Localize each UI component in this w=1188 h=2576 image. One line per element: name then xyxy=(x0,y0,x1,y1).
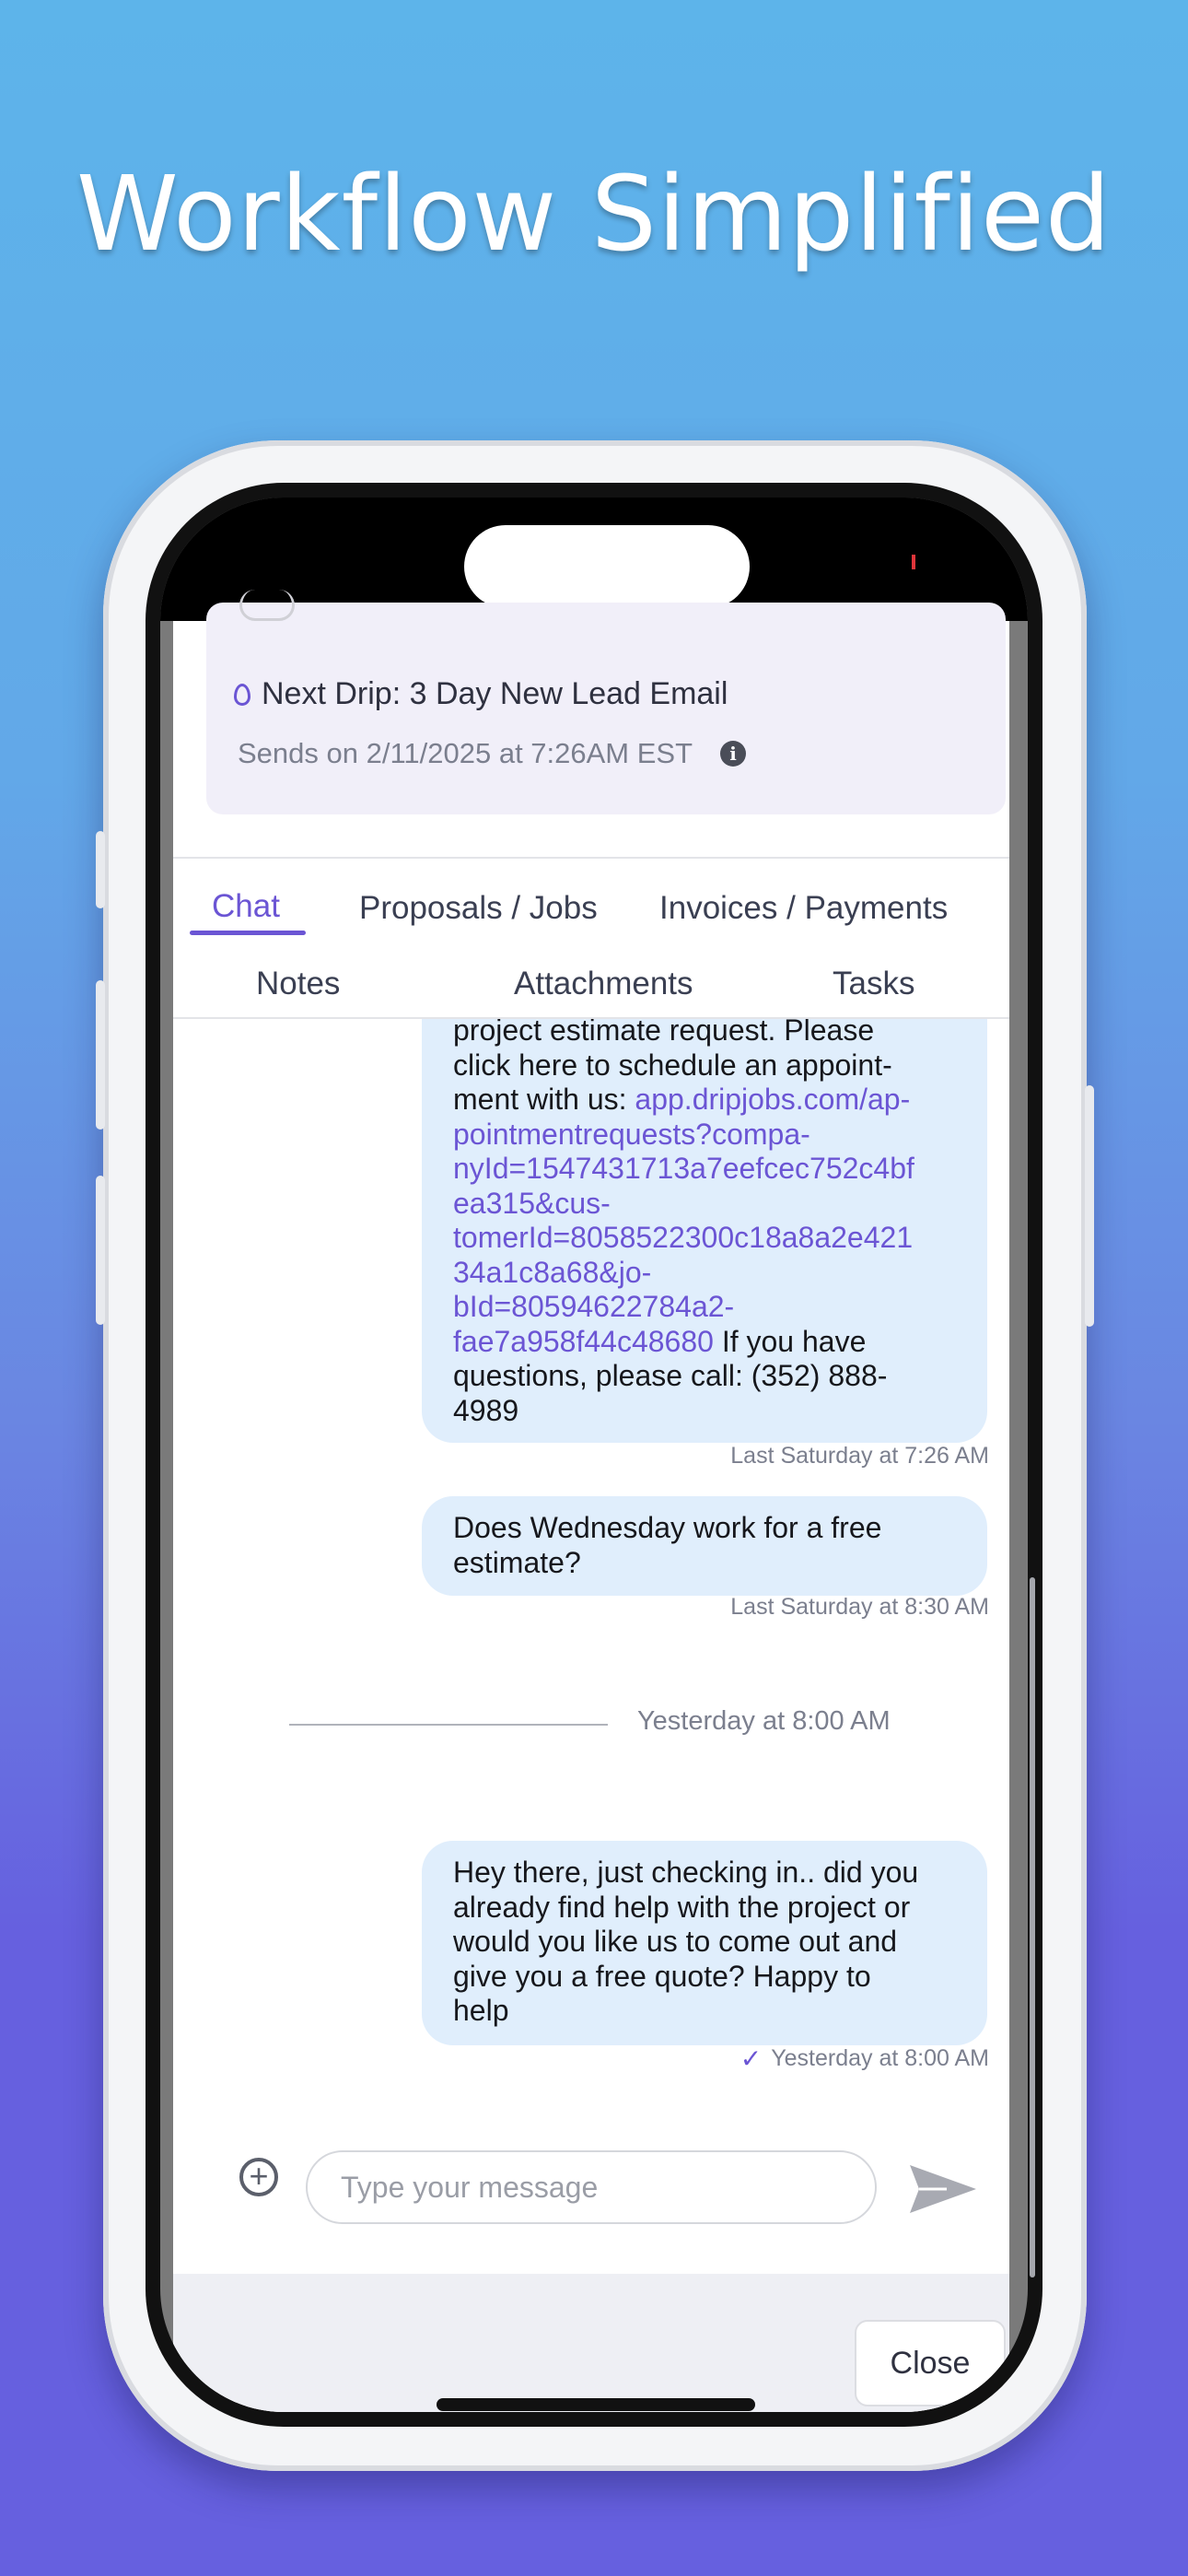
message-text-line: Hey there, just checking in.. did you xyxy=(453,1856,919,1889)
message-bubble[interactable]: Does Wednesday work for a free estimate? xyxy=(422,1496,987,1596)
message-bubble[interactable]: project estimate request. Please click h… xyxy=(422,1019,987,1443)
drip-icon xyxy=(234,683,250,706)
message-text-line: questions, please call: (352) 888- xyxy=(453,1359,888,1392)
side-button-volume-up xyxy=(96,980,105,1130)
message-text-line: estimate? xyxy=(453,1545,581,1579)
message-link[interactable]: 34a1c8a68&jo- xyxy=(453,1256,956,1291)
home-indicator[interactable] xyxy=(437,2398,755,2411)
sheet-footer: Close xyxy=(173,2274,1009,2412)
drip-sends-row: Sends on 2/11/2025 at 7:26AM EST i xyxy=(238,737,747,770)
add-attachment-icon[interactable]: + xyxy=(239,2158,278,2196)
message-text-line: Does Wednesday work for a free xyxy=(453,1511,882,1544)
recording-indicator xyxy=(912,555,915,569)
message-timestamp: Last Saturday at 8:30 AM xyxy=(730,1594,989,1620)
message-text-line: ment with us: xyxy=(453,1083,635,1116)
date-separator-line xyxy=(289,1724,608,1726)
conversation-sheet: Next Drip: 3 Day New Lead Email Sends on… xyxy=(173,590,1009,2412)
scrollbar[interactable] xyxy=(1030,1577,1035,2277)
message-link[interactable]: tomerId=8058522300c18a8a2e421 xyxy=(453,1221,956,1256)
message-text-line: 4989 xyxy=(453,1393,519,1427)
active-tab-indicator xyxy=(190,931,306,935)
headline: Workflow Simplified xyxy=(76,155,1112,275)
message-timestamp: Last Saturday at 7:26 AM xyxy=(730,1443,989,1469)
send-icon[interactable] xyxy=(906,2160,980,2219)
next-drip-card: Next Drip: 3 Day New Lead Email Sends on… xyxy=(206,590,1006,814)
message-input[interactable]: Type your message xyxy=(306,2150,877,2224)
drip-sends-text: Sends on 2/11/2025 at 7:26AM EST xyxy=(238,737,693,769)
tab-invoices-payments[interactable]: Invoices / Payments xyxy=(659,890,948,927)
message-text-line: help xyxy=(453,1994,509,2027)
tabs-top-divider xyxy=(173,857,1009,859)
toggle-switch-partial[interactable] xyxy=(239,590,295,621)
phone-bezel: Next Drip: 3 Day New Lead Email Sends on… xyxy=(146,483,1042,2427)
message-text-line: If you have xyxy=(713,1324,867,1358)
message-text-line: click here to schedule an appoint- xyxy=(453,1048,892,1082)
side-button-silent xyxy=(96,831,105,908)
message-timestamp: ✓ Yesterday at 8:00 AM xyxy=(740,2044,989,2073)
message-link[interactable]: ea315&cus- xyxy=(453,1187,956,1222)
date-separator-label: Yesterday at 8:00 AM xyxy=(637,1706,891,1736)
message-list[interactable]: project estimate request. Please click h… xyxy=(173,1019,1009,2106)
message-text-line: would you like us to come out and xyxy=(453,1925,898,1958)
tab-chat[interactable]: Chat xyxy=(212,888,280,925)
phone-screen: Next Drip: 3 Day New Lead Email Sends on… xyxy=(160,498,1028,2412)
info-icon[interactable]: i xyxy=(720,741,747,767)
close-button[interactable]: Close xyxy=(855,2320,1006,2406)
message-link[interactable]: app.dripjobs.com/ap- xyxy=(635,1083,910,1116)
tab-attachments[interactable]: Attachments xyxy=(514,966,693,1002)
delivered-check-icon: ✓ xyxy=(740,2044,763,2073)
message-link[interactable]: nyId=1547431713a7eefcec752c4bf xyxy=(453,1152,956,1187)
message-text-line: already find help with the project or xyxy=(453,1890,911,1924)
message-text-line: give you a free quote? Happy to xyxy=(453,1959,871,1993)
dynamic-island xyxy=(464,525,750,608)
message-text-line: project estimate request. Please xyxy=(453,1019,875,1047)
side-button-volume-down xyxy=(96,1176,105,1325)
drip-title-row: Next Drip: 3 Day New Lead Email xyxy=(234,676,728,712)
side-button-power xyxy=(1085,1085,1094,1327)
message-link[interactable]: bId=80594622784a2- xyxy=(453,1290,956,1325)
message-link[interactable]: fae7a958f44c48680 xyxy=(453,1325,714,1358)
drip-title: Next Drip: 3 Day New Lead Email xyxy=(262,676,728,711)
message-bubble[interactable]: Hey there, just checking in.. did you al… xyxy=(422,1841,987,2045)
tab-tasks[interactable]: Tasks xyxy=(833,966,914,1002)
tab-notes[interactable]: Notes xyxy=(256,966,340,1002)
message-link[interactable]: pointmentrequests?compa- xyxy=(453,1118,956,1153)
tab-proposals-jobs[interactable]: Proposals / Jobs xyxy=(359,890,598,927)
